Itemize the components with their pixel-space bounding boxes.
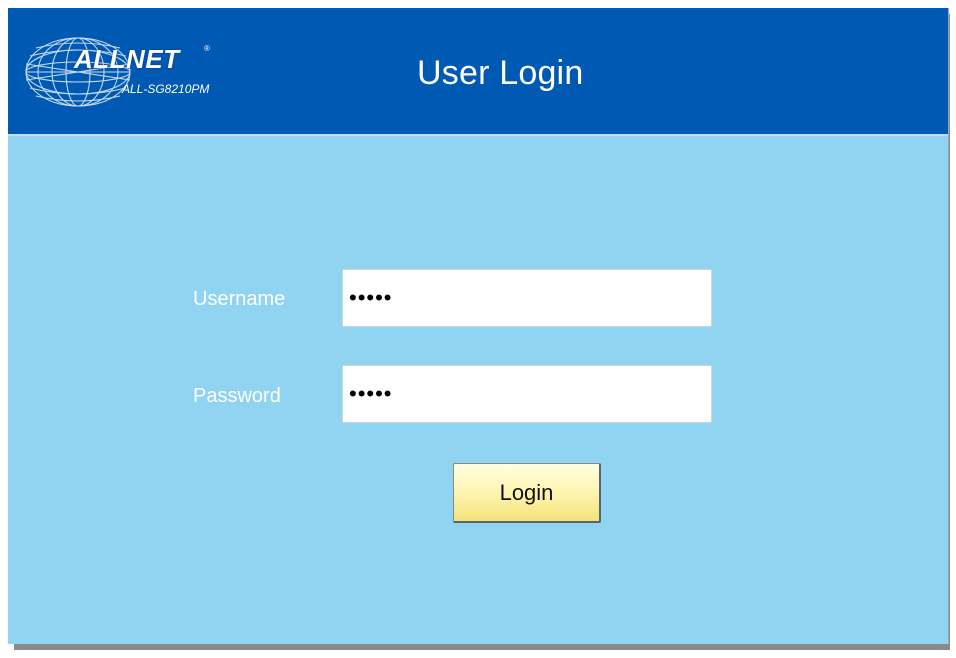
password-label: Password <box>193 385 281 407</box>
username-field[interactable] <box>342 269 712 327</box>
registered-mark: ® <box>204 44 210 53</box>
model-name: ALL-SG8210PM <box>122 82 210 96</box>
page-title: User Login <box>417 54 584 92</box>
brand-name: ALLNET <box>74 44 180 74</box>
password-field[interactable] <box>342 365 712 423</box>
login-button[interactable]: Login <box>453 463 601 523</box>
header-bar: ALLNET ® ALL-SG8210PM User Login <box>8 8 948 136</box>
login-panel: ALLNET ® ALL-SG8210PM User Login Usernam… <box>8 8 949 644</box>
allnet-logo: ALLNET ® ALL-SG8210PM <box>24 34 224 110</box>
username-label: Username <box>193 288 286 310</box>
